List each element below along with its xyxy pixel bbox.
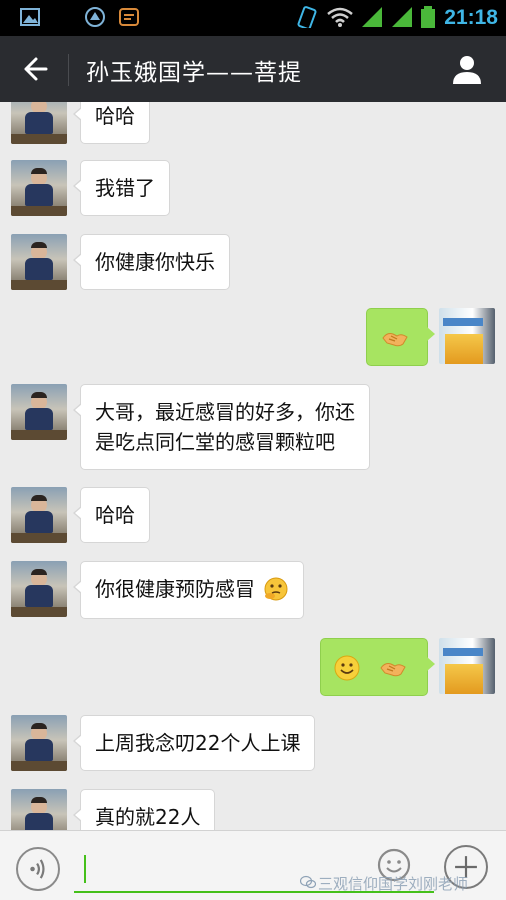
chat-title: 孙玉娥国学——菩提 — [86, 60, 302, 86]
my-avatar[interactable] — [439, 308, 495, 364]
clock-time: 21:18 — [444, 6, 498, 29]
contact-avatar[interactable] — [11, 715, 67, 771]
sync-icon — [85, 7, 105, 27]
received-message-bubble[interactable]: 大哥，最近感冒的好多，你还 是吃点同仁堂的感冒颗粒吧 — [73, 384, 370, 470]
received-message-bubble[interactable]: 哈哈 — [73, 102, 150, 144]
person-icon[interactable] — [450, 52, 484, 86]
text-cursor — [84, 855, 86, 883]
message-text-line: 大哥，最近感冒的好多，你还 — [95, 400, 355, 424]
back-arrow-icon[interactable] — [20, 54, 50, 84]
vibrate-icon — [297, 6, 317, 28]
gallery-icon — [20, 8, 40, 26]
my-avatar[interactable] — [439, 638, 495, 694]
contact-avatar[interactable] — [11, 384, 67, 440]
wifi-icon — [327, 7, 353, 27]
sent-message-bubble[interactable] — [320, 638, 435, 696]
signal-icon — [392, 7, 412, 27]
contact-avatar[interactable] — [11, 102, 67, 144]
received-message-bubble[interactable]: 你很健康预防感冒 — [72, 561, 305, 619]
message-text: 哈哈 — [95, 104, 135, 128]
message-text: 哈哈 — [95, 503, 135, 527]
received-message-bubble[interactable]: 真的就22人 — [72, 789, 216, 830]
battery-icon — [421, 6, 435, 28]
contact-avatar[interactable] — [11, 789, 67, 830]
handshake-emoji-icon — [380, 663, 406, 677]
contact-avatar[interactable] — [11, 234, 67, 290]
signal-icon — [362, 7, 382, 27]
voice-icon[interactable] — [16, 847, 60, 891]
message-text: 你健康你快乐 — [95, 250, 215, 274]
wechat-chat-screen: 21:18 孙玉娥国学——菩提 哈哈 我错了 你健康你快乐 大哥，最近感冒的好多… — [0, 0, 506, 900]
wechat-watermark-icon — [300, 875, 316, 889]
sent-message-bubble[interactable] — [366, 308, 435, 366]
message-text: 真的就22人 — [95, 805, 201, 829]
message-text: 我错了 — [95, 176, 155, 200]
received-message-bubble[interactable]: 我错了 — [73, 160, 170, 216]
status-bar: 21:18 — [0, 0, 506, 36]
contact-avatar[interactable] — [11, 487, 67, 543]
app-icon — [119, 8, 139, 26]
thinking-face-emoji-icon — [264, 577, 288, 601]
contact-avatar[interactable] — [11, 160, 67, 216]
received-message-bubble[interactable]: 哈哈 — [73, 487, 150, 543]
header-divider — [68, 54, 69, 86]
message-list[interactable]: 哈哈 我错了 你健康你快乐 大哥，最近感冒的好多，你还 是吃点同仁堂的感冒颗粒吧… — [0, 102, 506, 830]
smile-emoji-icon — [334, 655, 360, 681]
message-text: 你很健康预防感冒 — [95, 577, 255, 601]
contact-avatar[interactable] — [11, 561, 67, 617]
input-bar: 三观信仰国学刘刚老师 — [0, 830, 506, 900]
watermark-text: 三观信仰国学刘刚老师 — [318, 875, 469, 893]
handshake-emoji-icon — [382, 333, 408, 347]
received-message-bubble[interactable]: 你健康你快乐 — [73, 234, 230, 290]
received-message-bubble[interactable]: 上周我念叨22个人上课 — [72, 715, 316, 771]
message-text: 上周我念叨22个人上课 — [95, 731, 301, 755]
message-text-line: 是吃点同仁堂的感冒颗粒吧 — [95, 430, 335, 454]
chat-header: 孙玉娥国学——菩提 — [0, 36, 506, 102]
